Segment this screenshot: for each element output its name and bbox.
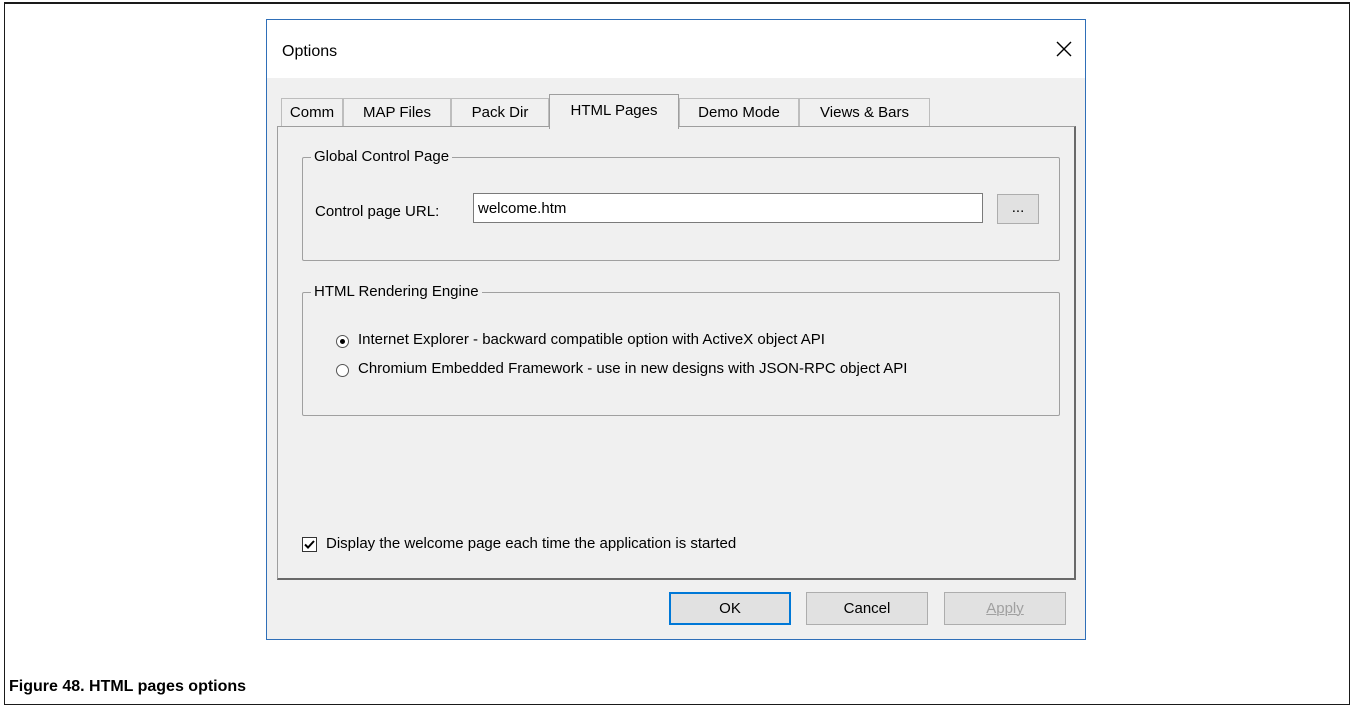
radio-selected-dot	[340, 339, 345, 344]
rendering-engine-legend: HTML Rendering Engine	[311, 283, 482, 300]
welcome-page-label: Display the welcome page each time the a…	[326, 535, 737, 552]
tab-label: MAP Files	[362, 104, 432, 121]
tab-comm[interactable]: Comm	[281, 98, 343, 128]
tab-label: Views & Bars	[820, 104, 909, 121]
chromium-option-label: Chromium Embedded Framework - use in new…	[358, 360, 908, 377]
tab-html-pages[interactable]: HTML Pages	[549, 94, 679, 129]
figure-caption: Figure 48. HTML pages options	[9, 678, 247, 695]
dialog-title: Options	[282, 43, 338, 60]
radio-chromium[interactable]	[336, 364, 349, 377]
cancel-button[interactable]: Cancel	[806, 592, 928, 625]
tab-pack-dir[interactable]: Pack Dir	[451, 98, 549, 128]
browse-button[interactable]: ...	[997, 194, 1039, 224]
tab-label: HTML Pages	[570, 102, 658, 119]
tab-label: Comm	[289, 104, 335, 121]
global-control-legend: Global Control Page	[311, 148, 453, 165]
tab-map-files[interactable]: MAP Files	[343, 98, 451, 128]
tab-label: Demo Mode	[698, 104, 780, 121]
tab-label: Pack Dir	[471, 104, 529, 121]
tab-demo-mode[interactable]: Demo Mode	[679, 98, 799, 128]
ok-button[interactable]: OK	[669, 592, 791, 625]
check-icon	[304, 540, 315, 549]
rendering-engine-group: HTML Rendering Engine Internet Explorer …	[302, 283, 1060, 416]
global-control-group: Global Control Page Control page URL: ..…	[302, 148, 1060, 261]
control-page-url-label: Control page URL:	[315, 203, 440, 220]
close-icon[interactable]	[1049, 34, 1079, 64]
title-bar: Options	[267, 20, 1085, 78]
apply-button[interactable]: Apply	[944, 592, 1066, 625]
tab-views-bars[interactable]: Views & Bars	[799, 98, 930, 128]
control-page-url-input[interactable]	[473, 193, 983, 223]
welcome-page-checkbox[interactable]	[302, 537, 317, 552]
radio-internet-explorer[interactable]	[336, 335, 349, 348]
options-dialog: Options Comm MAP Files Pack Dir HTML Pag…	[266, 19, 1086, 640]
html-pages-panel: Global Control Page Control page URL: ..…	[277, 126, 1076, 580]
internet-explorer-option-label: Internet Explorer - backward compatible …	[358, 331, 825, 348]
